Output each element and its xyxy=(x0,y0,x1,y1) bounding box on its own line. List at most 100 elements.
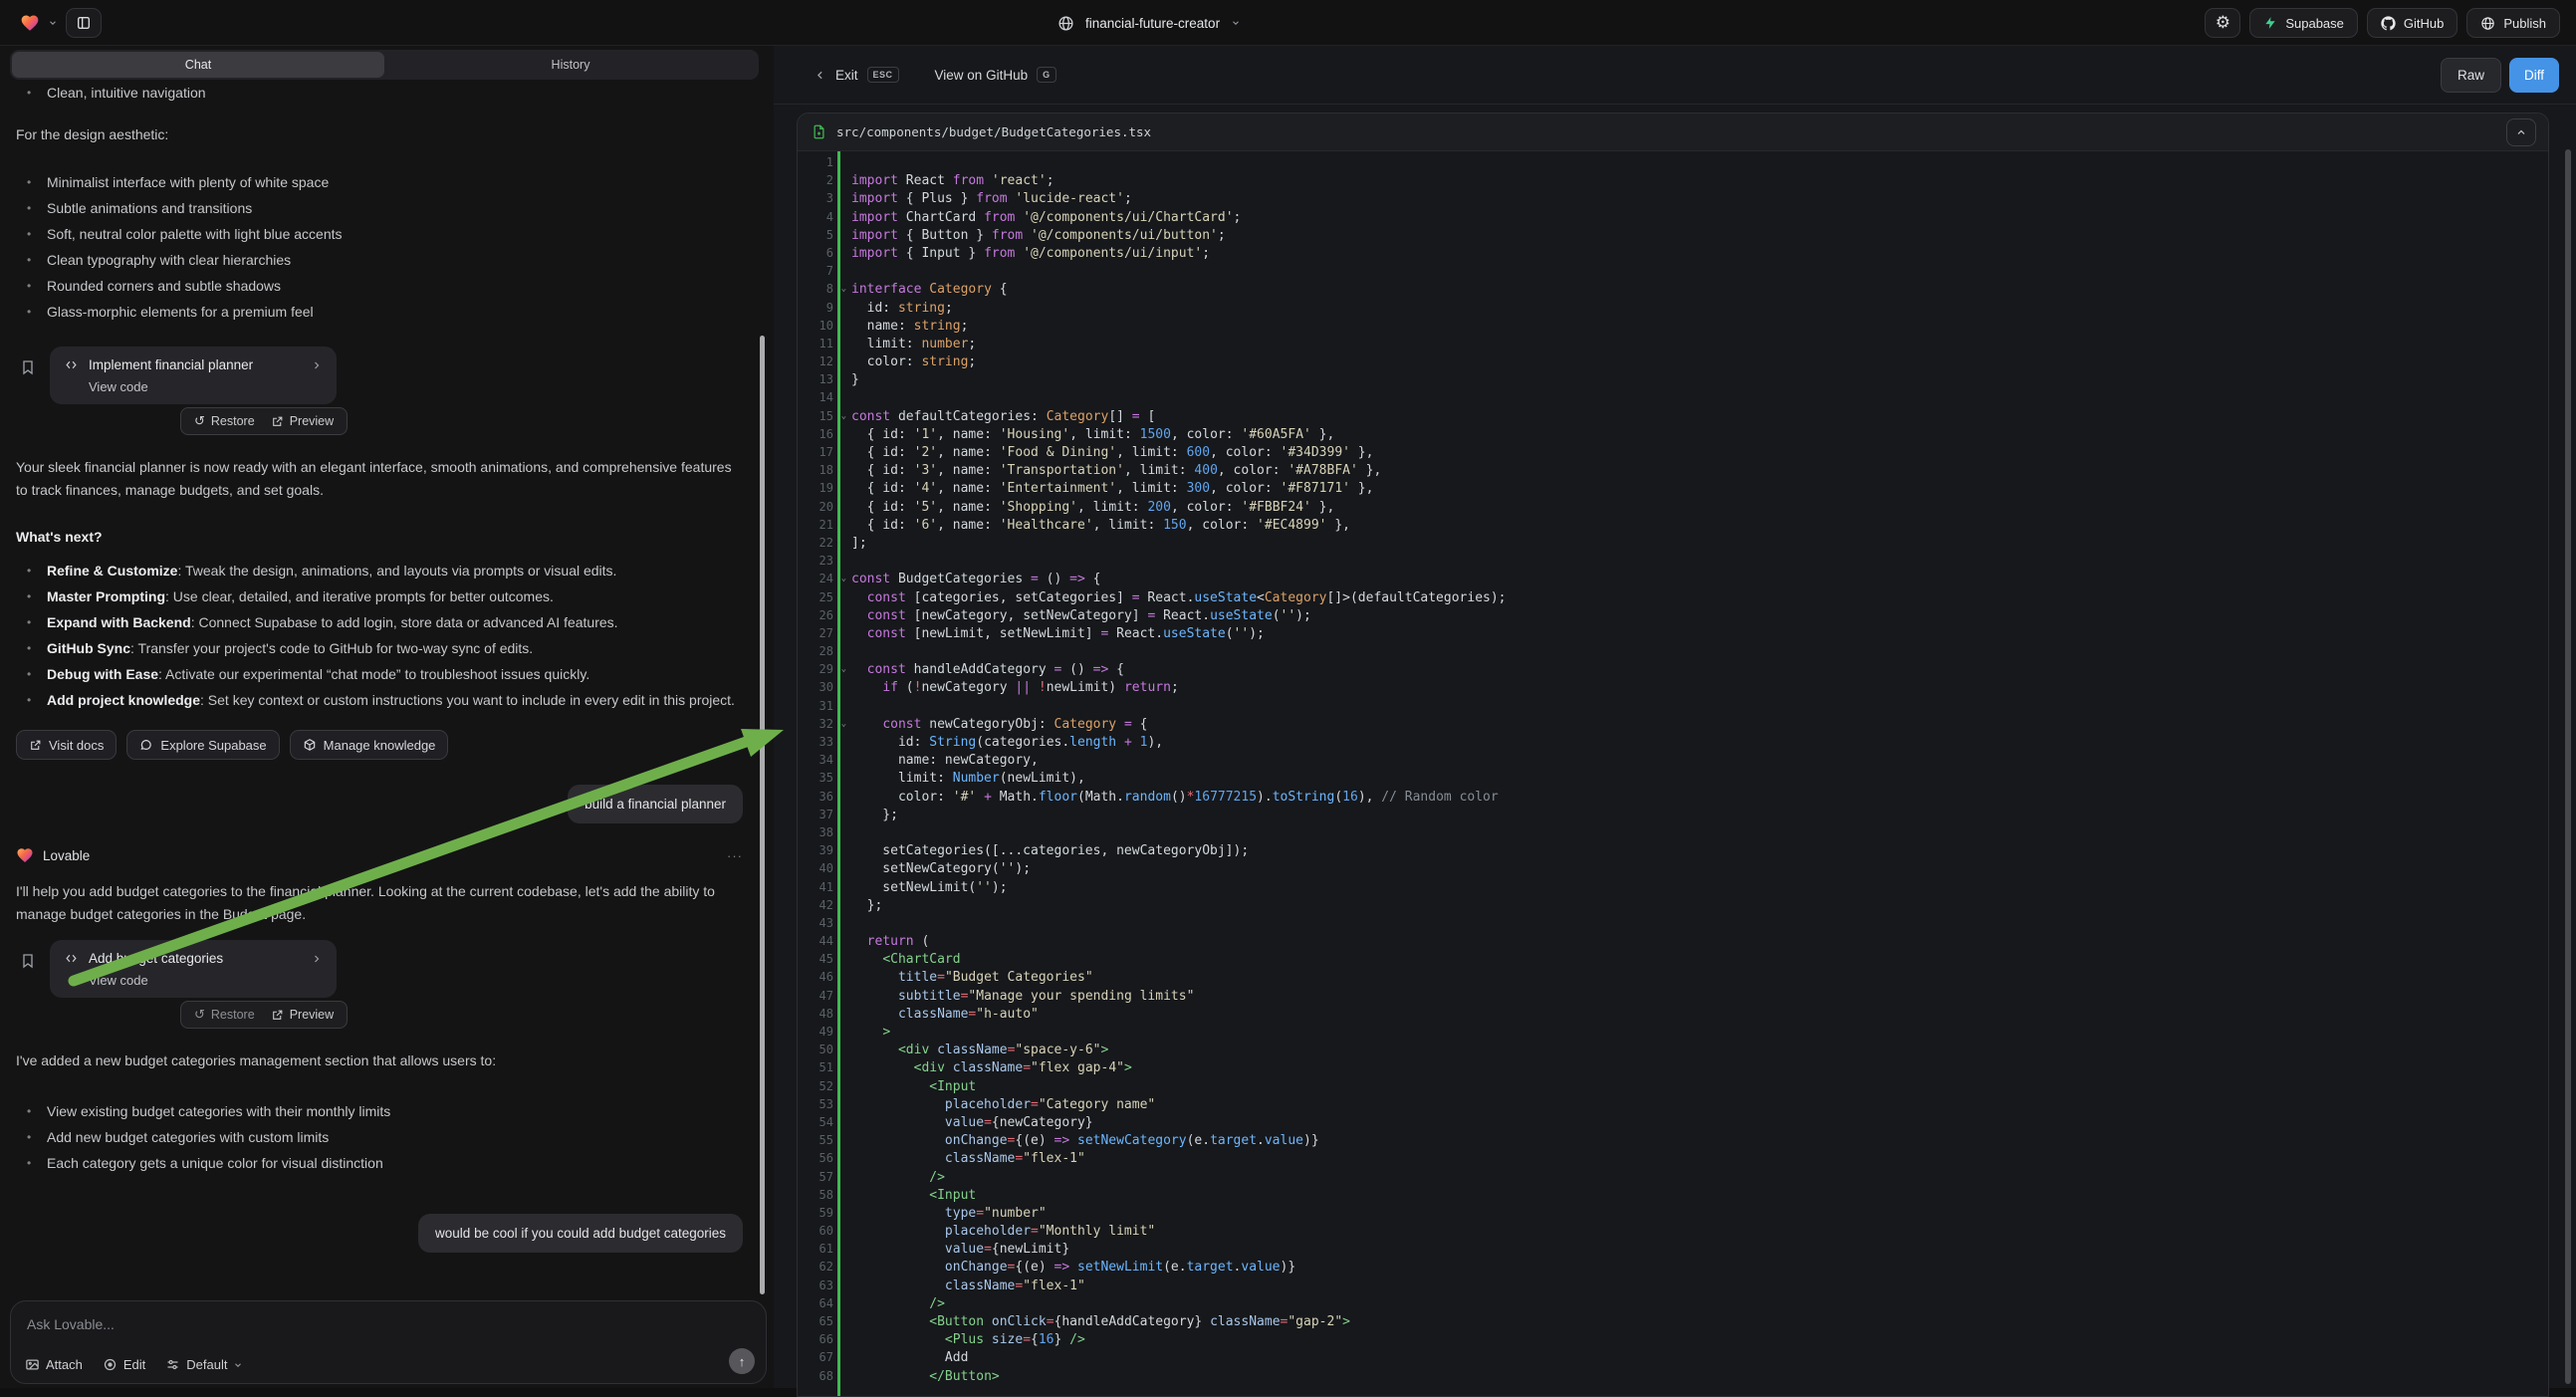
exit-button[interactable]: Exit xyxy=(835,68,858,83)
list-item: View existing budget categories with the… xyxy=(47,1098,743,1124)
attach-button[interactable]: Attach xyxy=(25,1357,83,1372)
restore-button[interactable]: ↺ Restore xyxy=(194,1008,255,1022)
raw-toggle-button[interactable]: Raw xyxy=(2441,58,2501,93)
code-editor[interactable]: 12import React from 'react';3import { Pl… xyxy=(798,151,2548,1396)
lovable-logo-heart-icon[interactable] xyxy=(20,13,40,33)
edit-button[interactable]: Edit xyxy=(103,1357,145,1372)
code-line: 11 limit: number; xyxy=(798,335,2548,352)
code-change-card-block: Add budget categories View code ↺ Restor… xyxy=(16,940,743,1030)
publish-button[interactable]: Publish xyxy=(2466,8,2560,38)
assistant-paragraph: I'll help you add budget categories to t… xyxy=(16,880,743,926)
chevron-right-icon xyxy=(311,359,323,371)
chat-scrollbar[interactable] xyxy=(760,336,765,1294)
target-icon xyxy=(103,1357,117,1372)
message-menu-button[interactable]: ··· xyxy=(727,848,743,863)
code-icon xyxy=(64,952,79,965)
chat-input-placeholder: Ask Lovable... xyxy=(27,1316,115,1332)
assistant-paragraph: Your sleek financial planner is now read… xyxy=(16,456,743,502)
implement-planner-card[interactable]: Implement financial planner View code xyxy=(50,347,337,404)
code-line: 36 color: '#' + Math.floor(Math.random()… xyxy=(798,788,2548,806)
file-header: src/components/budget/BudgetCategories.t… xyxy=(798,114,2548,151)
action-buttons-row: Visit docs Explore Supabase Manage knowl… xyxy=(16,730,743,760)
bookmark-icon[interactable] xyxy=(20,952,36,970)
assistant-paragraph: I've added a new budget categories manag… xyxy=(16,1049,743,1072)
restore-button[interactable]: ↺ Restore xyxy=(194,414,255,428)
globe-icon xyxy=(2480,16,2495,31)
card-title: Implement financial planner xyxy=(89,357,301,372)
design-heading: For the design aesthetic: xyxy=(16,123,743,146)
code-line: 52 <Input xyxy=(798,1077,2548,1095)
code-line: 44 return ( xyxy=(798,932,2548,950)
lovable-heart-icon xyxy=(16,846,34,864)
chat-input-box[interactable]: Ask Lovable... Attach Edit Default xyxy=(10,1300,767,1384)
send-button[interactable]: ↑ xyxy=(729,1348,755,1374)
code-line: 38 xyxy=(798,823,2548,841)
code-line: 19 { id: '4', name: 'Entertainment', lim… xyxy=(798,479,2548,497)
preview-button[interactable]: Preview xyxy=(271,414,334,428)
card-hover-toolbar: ↺ Restore Preview xyxy=(180,1001,348,1029)
panel-left-icon xyxy=(76,15,92,31)
code-lines: 12import React from 'react';3import { Pl… xyxy=(798,153,2548,1385)
github-button[interactable]: GitHub xyxy=(2367,8,2458,38)
package-icon xyxy=(303,738,317,752)
code-line: 10 name: string; xyxy=(798,317,2548,335)
list-item: Refine & Customize: Tweak the design, an… xyxy=(47,558,743,583)
code-line: 4import ChartCard from '@/components/ui/… xyxy=(798,208,2548,226)
card-title: Add budget categories xyxy=(89,951,301,966)
settings-button[interactable]: ⚙ xyxy=(2205,8,2240,38)
view-on-github-button[interactable]: View on GitHub xyxy=(935,68,1029,83)
toggle-sidebar-button[interactable] xyxy=(66,8,102,38)
code-line: 54 value={newCategory} xyxy=(798,1113,2548,1131)
code-line: 41 setNewLimit(''); xyxy=(798,878,2548,896)
list-item: GitHub Sync: Transfer your project's cod… xyxy=(47,635,743,661)
code-line: 14 xyxy=(798,388,2548,406)
chevron-left-icon xyxy=(814,69,826,82)
code-line: 35 limit: Number(newLimit), xyxy=(798,769,2548,787)
preview-button[interactable]: Preview xyxy=(271,1008,334,1022)
code-line: 65 <Button onClick={handleAddCategory} c… xyxy=(798,1312,2548,1330)
explore-supabase-button[interactable]: Explore Supabase xyxy=(126,730,279,760)
project-menu[interactable]: financial-future-creator xyxy=(1057,0,1241,46)
diff-toggle-button[interactable]: Diff xyxy=(2509,58,2559,93)
visit-docs-button[interactable]: Visit docs xyxy=(16,730,117,760)
code-line: 8⌄interface Category { xyxy=(798,280,2548,298)
supabase-button[interactable]: Supabase xyxy=(2249,8,2358,38)
code-line: 28 xyxy=(798,642,2548,660)
code-line: 2import React from 'react'; xyxy=(798,171,2548,189)
code-line: 30 if (!newCategory || !newLimit) return… xyxy=(798,678,2548,696)
external-link-icon xyxy=(29,739,42,752)
code-line: 43 xyxy=(798,914,2548,932)
supabase-bolt-icon xyxy=(2263,16,2277,30)
code-line: 1 xyxy=(798,153,2548,171)
code-line: 63 className="flex-1" xyxy=(798,1277,2548,1294)
gear-icon: ⚙ xyxy=(2216,15,2230,32)
code-panel-scrollbar[interactable] xyxy=(2565,149,2571,1384)
manage-knowledge-button[interactable]: Manage knowledge xyxy=(290,730,449,760)
list-item: Expand with Backend: Connect Supabase to… xyxy=(47,609,743,635)
esc-key-badge: ESC xyxy=(867,67,899,83)
code-line: 21 { id: '6', name: 'Healthcare', limit:… xyxy=(798,516,2548,534)
diff-added-gutter-bar xyxy=(837,151,840,1396)
bookmark-icon[interactable] xyxy=(20,358,36,376)
card-hover-toolbar: ↺ Restore Preview xyxy=(180,407,348,435)
view-code-link[interactable]: View code xyxy=(89,379,323,394)
list-item: Minimalist interface with plenty of whit… xyxy=(47,169,743,195)
view-code-link[interactable]: View code xyxy=(89,973,323,988)
code-line: 24⌄const BudgetCategories = () => { xyxy=(798,570,2548,587)
code-line: 9 id: string; xyxy=(798,299,2548,317)
code-line: 64 /> xyxy=(798,1294,2548,1312)
collapse-file-button[interactable] xyxy=(2506,118,2536,146)
assistant-name: Lovable xyxy=(43,848,90,863)
chat-message-list: Clean, intuitive navigation For the desi… xyxy=(16,46,743,1300)
mode-select[interactable]: Default xyxy=(165,1357,243,1372)
code-line: 27 const [newLimit, setNewLimit] = React… xyxy=(798,624,2548,642)
chevron-down-icon[interactable] xyxy=(48,18,58,28)
code-line: 60 placeholder="Monthly limit" xyxy=(798,1222,2548,1240)
code-line: 61 value={newLimit} xyxy=(798,1240,2548,1258)
add-budget-categories-card[interactable]: Add budget categories View code xyxy=(50,940,337,998)
code-line: 62 onChange={(e) => setNewLimit(e.target… xyxy=(798,1258,2548,1276)
external-link-icon xyxy=(271,415,284,428)
code-line: 39 setCategories([...categories, newCate… xyxy=(798,841,2548,859)
list-item: Clean, intuitive navigation xyxy=(47,80,743,106)
list-item: Add project knowledge: Set key context o… xyxy=(47,687,743,713)
